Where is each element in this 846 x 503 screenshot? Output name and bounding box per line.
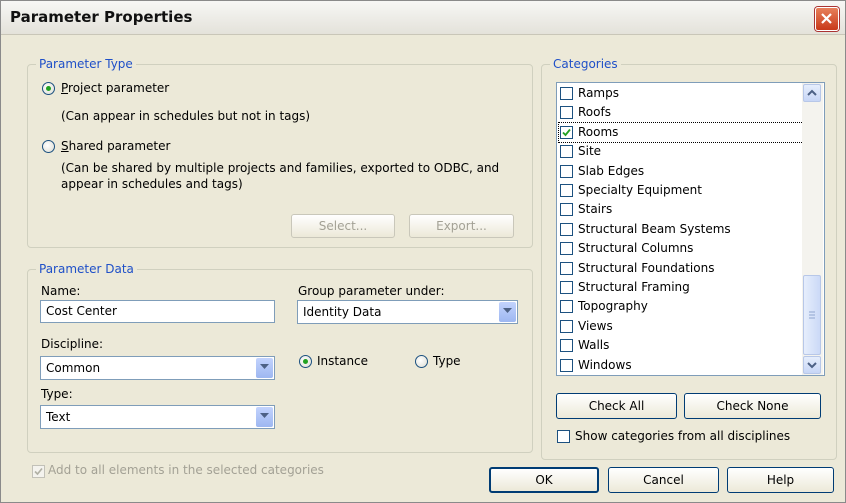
category-item[interactable]: Structural Framing xyxy=(559,278,803,297)
shared-parameter-radio[interactable] xyxy=(42,140,55,153)
category-checkbox[interactable] xyxy=(560,125,573,139)
ok-button[interactable]: OK xyxy=(489,467,599,493)
category-item[interactable]: Slab Edges xyxy=(559,162,803,181)
type-radio-label: Type xyxy=(433,354,461,368)
category-checkbox[interactable] xyxy=(560,281,573,294)
category-item[interactable]: Walls xyxy=(559,336,803,355)
category-label: Structural Foundations xyxy=(578,260,715,275)
category-checkbox[interactable] xyxy=(560,87,573,100)
parameter-data-legend: Parameter Data xyxy=(36,262,137,276)
project-parameter-description: (Can appear in schedules but not in tags… xyxy=(61,109,311,123)
type-value: Text xyxy=(46,410,71,424)
parameter-properties-dialog: Parameter Properties Parameter Type Proj… xyxy=(0,0,846,503)
close-button[interactable] xyxy=(815,7,839,31)
category-label: Structural Columns xyxy=(578,241,694,256)
help-button[interactable]: Help xyxy=(727,467,834,493)
category-item[interactable]: Topography xyxy=(559,297,803,316)
category-label: Rooms xyxy=(578,124,619,139)
category-item[interactable]: Stairs xyxy=(559,200,803,219)
name-label: Name: xyxy=(41,284,81,298)
category-item[interactable]: Views xyxy=(559,317,803,336)
group-parameter-dropdown[interactable]: Identity Data xyxy=(297,300,518,324)
discipline-value: Common xyxy=(46,361,101,375)
categories-legend: Categories xyxy=(550,57,621,71)
category-checkbox[interactable] xyxy=(560,261,573,275)
check-none-button[interactable]: Check None xyxy=(684,393,821,419)
category-checkbox[interactable] xyxy=(560,106,573,120)
category-label: Specialty Equipment xyxy=(578,183,702,197)
chevron-down-icon xyxy=(256,407,273,427)
category-item[interactable]: Structural Beam Systems xyxy=(559,220,803,239)
category-checkbox[interactable] xyxy=(560,222,573,236)
add-to-all-label: Add to all elements in the selected cate… xyxy=(48,463,324,477)
category-checkbox[interactable] xyxy=(560,164,573,178)
category-checkbox[interactable] xyxy=(560,339,573,353)
shared-parameter-label: Shared parameter xyxy=(61,139,171,153)
category-checkbox[interactable] xyxy=(560,184,573,197)
category-checkbox[interactable] xyxy=(560,300,573,314)
instance-radio[interactable] xyxy=(299,355,312,368)
category-label: Topography xyxy=(578,299,648,314)
project-parameter-label: Project parameter xyxy=(61,81,170,95)
scroll-down-button[interactable] xyxy=(803,356,821,374)
category-checkbox[interactable] xyxy=(560,145,573,159)
category-item[interactable]: Windows xyxy=(559,356,803,375)
cancel-button[interactable]: Cancel xyxy=(608,467,719,493)
category-label: Site xyxy=(578,144,602,159)
name-field[interactable]: Cost Center xyxy=(40,300,275,323)
shared-parameter-description-line2: appear in schedules and tags) xyxy=(61,177,243,191)
scroll-thumb[interactable] xyxy=(803,275,821,355)
category-checkbox[interactable] xyxy=(560,319,573,333)
category-item[interactable]: Roofs xyxy=(559,103,803,122)
show-all-disciplines-label: Show categories from all disciplines xyxy=(575,429,791,443)
category-label: Ramps xyxy=(578,86,619,100)
category-item[interactable]: Structural Foundations xyxy=(559,259,803,278)
grip-icon xyxy=(804,311,820,357)
category-label: Roofs xyxy=(578,105,611,120)
scroll-up-button[interactable] xyxy=(803,84,821,102)
category-label: Walls xyxy=(578,338,610,353)
name-field-value: Cost Center xyxy=(46,304,117,318)
category-item[interactable]: Ramps xyxy=(559,84,803,103)
group-parameter-value: Identity Data xyxy=(303,305,382,319)
category-label: Slab Edges xyxy=(578,163,645,178)
instance-label: Instance xyxy=(317,354,369,368)
show-all-disciplines-checkbox[interactable] xyxy=(557,430,570,443)
categories-scrollbar[interactable] xyxy=(802,83,823,375)
discipline-label: Discipline: xyxy=(41,337,104,351)
parameter-type-legend: Parameter Type xyxy=(36,57,136,71)
title-bar: Parameter Properties xyxy=(1,1,845,35)
group-parameter-label: Group parameter under: xyxy=(298,284,445,298)
category-item[interactable]: Rooms xyxy=(558,121,804,143)
check-all-button[interactable]: Check All xyxy=(556,393,677,419)
chevron-down-icon xyxy=(256,358,273,378)
discipline-dropdown[interactable]: Common xyxy=(40,356,275,380)
categories-list[interactable]: Ramps Roofs Rooms Site Slab Edges Specialty E… xyxy=(556,82,825,376)
category-label: Structural Framing xyxy=(578,280,690,294)
category-item[interactable]: Site xyxy=(559,142,803,161)
type-dropdown[interactable]: Text xyxy=(40,405,275,429)
category-label: Views xyxy=(578,318,613,333)
category-item[interactable]: Structural Columns xyxy=(559,239,803,258)
window-title: Parameter Properties xyxy=(10,8,193,26)
select-button[interactable]: Select... xyxy=(291,214,395,238)
category-checkbox[interactable] xyxy=(560,358,573,372)
type-label: Type: xyxy=(41,387,73,401)
chevron-up-icon xyxy=(804,89,820,104)
category-checkbox[interactable] xyxy=(560,203,573,217)
category-checkbox[interactable] xyxy=(560,242,573,256)
chevron-down-icon xyxy=(499,302,516,322)
category-label: Stairs xyxy=(578,202,613,217)
category-label: Windows xyxy=(578,357,632,372)
export-button[interactable]: Export... xyxy=(409,214,514,238)
category-label: Structural Beam Systems xyxy=(578,221,731,236)
type-radio[interactable] xyxy=(415,355,428,368)
category-item[interactable]: Specialty Equipment xyxy=(559,181,803,200)
add-to-all-checkbox[interactable] xyxy=(32,465,45,478)
project-parameter-radio[interactable] xyxy=(42,82,55,95)
shared-parameter-description-line1: (Can be shared by multiple projects and … xyxy=(61,161,500,175)
chevron-down-icon xyxy=(804,362,820,376)
